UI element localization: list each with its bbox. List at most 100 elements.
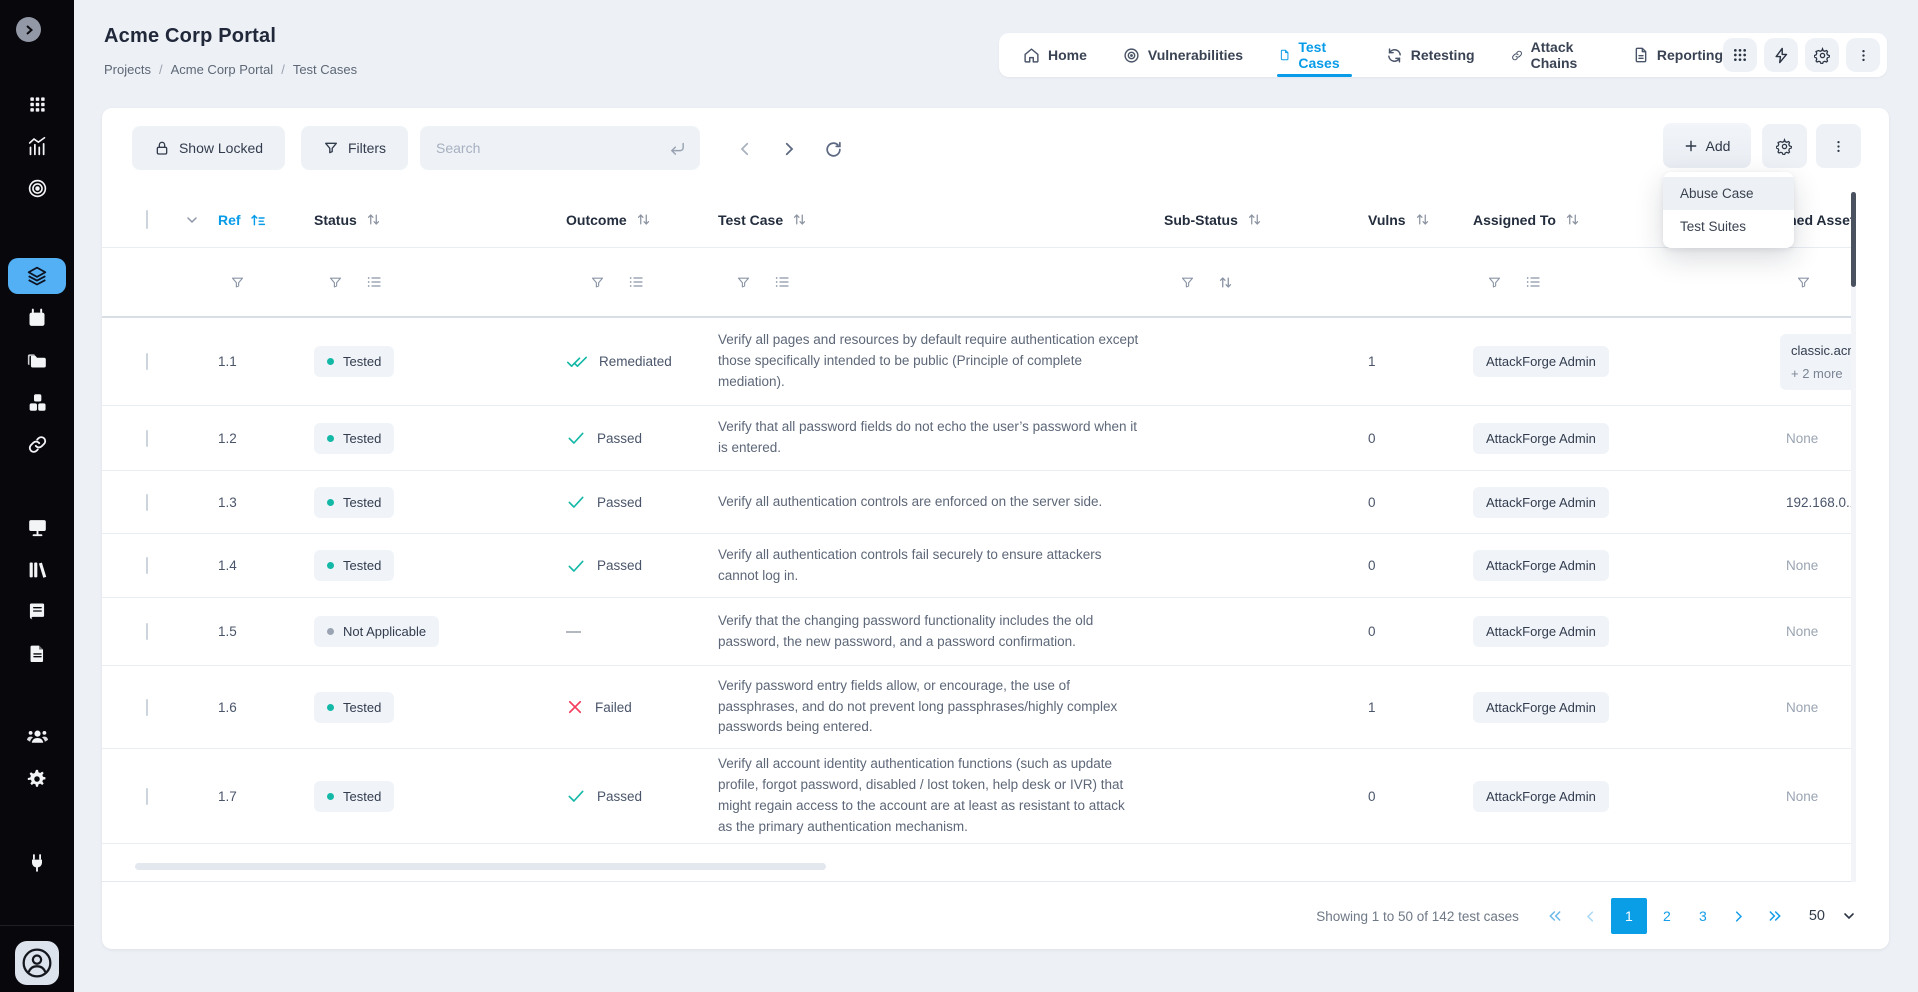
- vertical-scrollbar-thumb[interactable]: [1851, 192, 1856, 287]
- sidebar-item-projects[interactable]: [0, 347, 74, 373]
- assigned-to-badge: AttackForge Admin: [1473, 346, 1609, 377]
- filter-funnel-icon[interactable]: [590, 275, 605, 290]
- sort-icon: [1247, 212, 1262, 227]
- sidebar-item-users[interactable]: [0, 722, 74, 750]
- tab-retesting[interactable]: Retesting: [1386, 33, 1475, 77]
- quick-actions-button[interactable]: [1764, 38, 1798, 72]
- filter-funnel-icon[interactable]: [736, 275, 751, 290]
- filter-funnel-icon[interactable]: [1796, 275, 1811, 290]
- table-row[interactable]: 1.3 Tested Passed Verify all authenticat…: [102, 471, 1855, 534]
- column-header-outcome[interactable]: Outcome: [566, 212, 718, 228]
- list-filter-icon[interactable]: [366, 274, 382, 290]
- sidebar-item-integrations[interactable]: [0, 849, 74, 877]
- row-checkbox[interactable]: [146, 430, 148, 447]
- tab-reporting[interactable]: Reporting: [1633, 33, 1723, 77]
- table-settings-button[interactable]: [1762, 124, 1807, 168]
- row-checkbox[interactable]: [146, 623, 148, 640]
- previous-page-button[interactable]: [1575, 900, 1607, 932]
- column-header-test-case[interactable]: Test Case: [718, 212, 1164, 228]
- tab-attack-chains[interactable]: Attack Chains: [1511, 33, 1597, 77]
- row-checkbox[interactable]: [146, 699, 148, 716]
- filter-funnel-icon[interactable]: [230, 275, 245, 290]
- list-filter-icon[interactable]: [1525, 274, 1541, 290]
- books-icon: [27, 559, 48, 580]
- horizontal-scrollbar[interactable]: [135, 863, 826, 870]
- status-badge: Tested: [314, 487, 394, 518]
- cell-assets: None: [1750, 431, 1818, 446]
- page-previous-button[interactable]: [732, 136, 758, 162]
- sidebar-item-analytics[interactable]: [0, 133, 74, 159]
- expand-all-chevron-icon[interactable]: [184, 212, 200, 228]
- select-all-checkbox[interactable]: [146, 210, 148, 229]
- top-navigation: Home Vulnerabilities Test Cases Retestin…: [999, 33, 1887, 77]
- filter-funnel-icon[interactable]: [328, 275, 343, 290]
- refresh-button[interactable]: [820, 136, 846, 162]
- filter-funnel-icon[interactable]: [1487, 275, 1502, 290]
- column-header-vulns[interactable]: Vulns: [1364, 212, 1473, 228]
- table-row[interactable]: 1.4 Tested Passed Verify all authenticat…: [102, 534, 1855, 598]
- row-checkbox[interactable]: [146, 353, 148, 370]
- menu-item-test-suites[interactable]: Test Suites: [1663, 210, 1794, 243]
- table-row[interactable]: 1.6 Tested Failed Verify password entry …: [102, 666, 1855, 749]
- row-checkbox[interactable]: [146, 494, 148, 511]
- sort-updown-icon[interactable]: [1218, 275, 1233, 290]
- users-icon: [26, 725, 49, 748]
- table-row[interactable]: 1.2 Tested Passed Verify that all passwo…: [102, 406, 1855, 471]
- sidebar-item-library[interactable]: [0, 556, 74, 582]
- list-filter-icon[interactable]: [774, 274, 790, 290]
- settings-button[interactable]: [1805, 38, 1839, 72]
- sidebar-item-documents[interactable]: [0, 640, 74, 666]
- filters-button[interactable]: Filters: [301, 126, 408, 170]
- menu-item-abuse-case[interactable]: Abuse Case: [1663, 177, 1794, 210]
- first-page-button[interactable]: [1539, 900, 1571, 932]
- sidebar-item-settings[interactable]: [0, 765, 74, 793]
- page-button-1[interactable]: 1: [1611, 898, 1647, 934]
- sidebar-item-knowledge-base[interactable]: [0, 598, 74, 624]
- add-button[interactable]: Add: [1663, 123, 1751, 168]
- assets-more-link[interactable]: + 2 more: [1791, 366, 1855, 381]
- page-button-2[interactable]: 2: [1651, 899, 1683, 933]
- row-checkbox[interactable]: [146, 788, 148, 805]
- show-locked-button[interactable]: Show Locked: [132, 126, 285, 170]
- sidebar-expand-button[interactable]: [16, 17, 41, 42]
- sidebar-item-calendar[interactable]: [0, 305, 74, 331]
- avatar[interactable]: [15, 941, 59, 985]
- chevrons-left-icon: [1547, 908, 1563, 924]
- table-row[interactable]: 1.5 Not Applicable — Verify that the cha…: [102, 598, 1855, 666]
- breadcrumb-item-projects[interactable]: Projects: [104, 62, 151, 77]
- tab-test-cases[interactable]: Test Cases: [1279, 33, 1350, 77]
- sidebar-item-modules[interactable]: [0, 389, 74, 415]
- last-page-button[interactable]: [1759, 900, 1791, 932]
- assets-badge[interactable]: classic.acm + 2 more: [1780, 334, 1855, 390]
- table-row[interactable]: 1.7 Tested Passed Verify all account ide…: [102, 749, 1855, 844]
- sidebar-item-test-cases-active[interactable]: [8, 258, 66, 294]
- page-next-button[interactable]: [776, 136, 802, 162]
- list-filter-icon[interactable]: [628, 274, 644, 290]
- table-more-button[interactable]: [1816, 124, 1861, 168]
- sidebar-item-vulnerabilities[interactable]: [0, 175, 74, 201]
- sort-icon: [1415, 212, 1430, 227]
- breadcrumb-item-project[interactable]: Acme Corp Portal: [171, 62, 274, 77]
- sidebar-item-workstation[interactable]: [0, 514, 74, 540]
- tab-vulnerabilities[interactable]: Vulnerabilities: [1123, 33, 1243, 77]
- column-header-status[interactable]: Status: [314, 212, 566, 228]
- cell-outcome: Passed: [566, 492, 718, 512]
- dash-icon: —: [566, 623, 581, 640]
- search-input[interactable]: [420, 140, 669, 156]
- page-size-selector[interactable]: 50: [1809, 908, 1857, 924]
- column-header-ref[interactable]: Ref: [218, 212, 314, 228]
- row-checkbox[interactable]: [146, 557, 148, 574]
- vertical-scrollbar-track[interactable]: [1851, 192, 1856, 882]
- table-row[interactable]: 1.1 Tested Remediated Verify all pages a…: [102, 318, 1855, 406]
- more-options-button[interactable]: [1846, 38, 1880, 72]
- apps-grid-button[interactable]: [1723, 38, 1757, 72]
- cell-assets: None: [1750, 789, 1818, 804]
- tab-home[interactable]: Home: [1023, 33, 1087, 77]
- cell-outcome: Passed: [566, 428, 718, 448]
- next-page-button[interactable]: [1723, 900, 1755, 932]
- sidebar-item-attack-chains[interactable]: [0, 431, 74, 457]
- sidebar-item-apps[interactable]: [0, 92, 74, 116]
- column-header-sub-status[interactable]: Sub-Status: [1164, 212, 1364, 228]
- filter-funnel-icon[interactable]: [1180, 275, 1195, 290]
- page-button-3[interactable]: 3: [1687, 899, 1719, 933]
